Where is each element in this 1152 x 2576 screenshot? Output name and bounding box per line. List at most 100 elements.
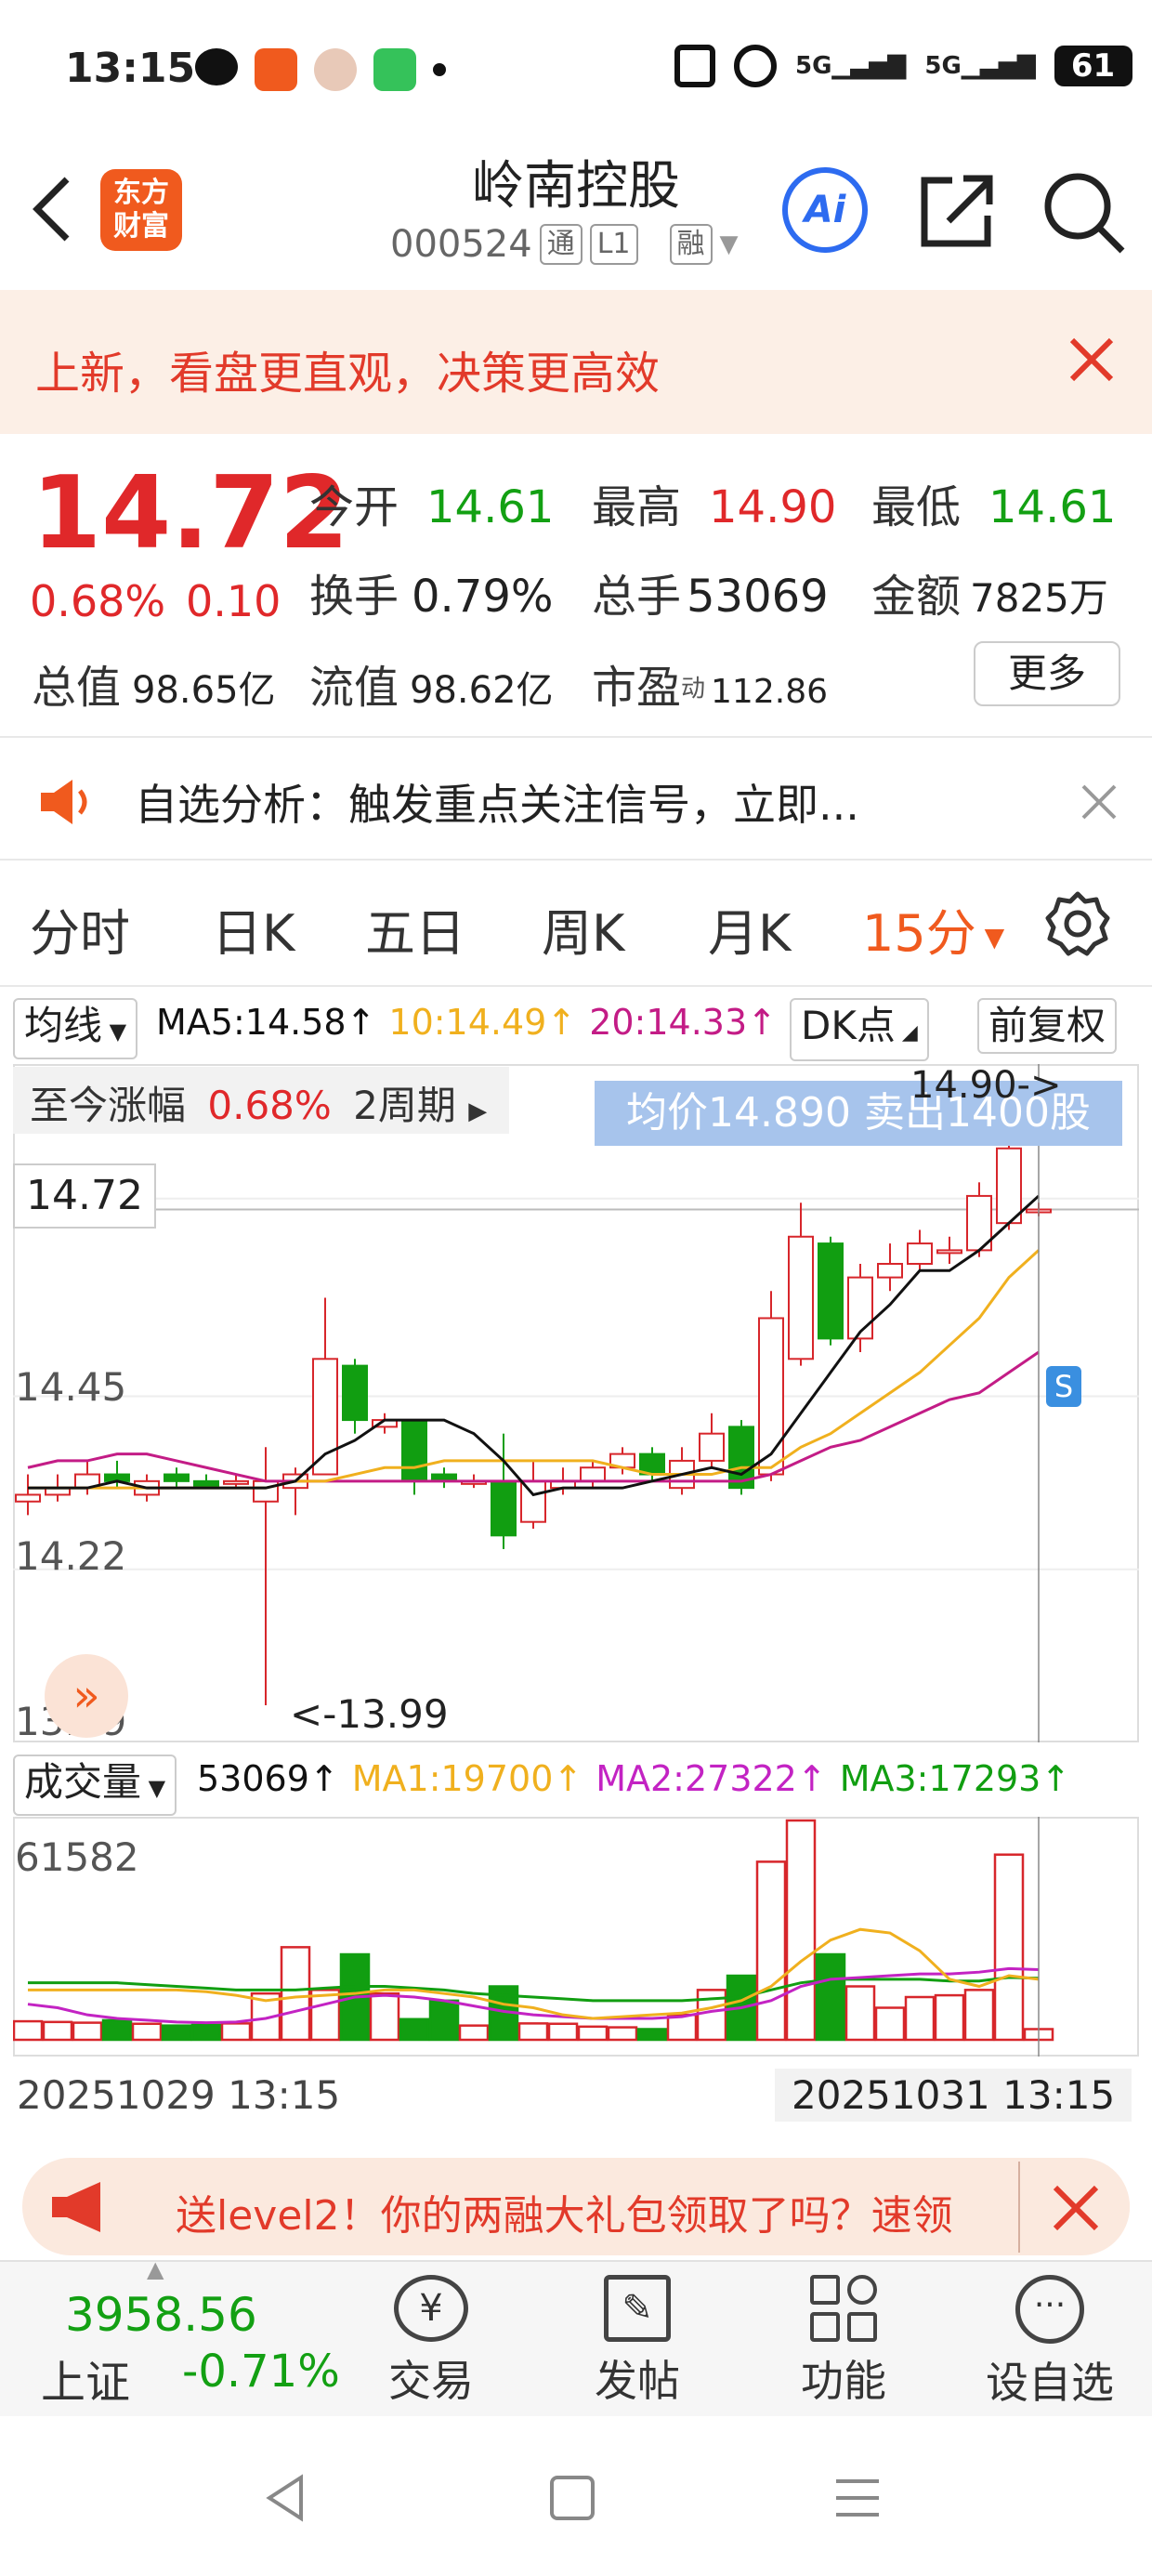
candle-body xyxy=(520,1479,546,1523)
close-icon[interactable] xyxy=(1076,779,1122,825)
volume-bar xyxy=(131,2022,163,2042)
y-axis-label: 14.22 xyxy=(15,1533,127,1579)
promo-banner[interactable]: 上新，看盘更直观，决策更高效 xyxy=(0,290,1152,434)
index-change[interactable]: -0.71% xyxy=(182,2346,340,2398)
volume-bar xyxy=(785,1819,817,2042)
candle-body xyxy=(877,1263,903,1279)
ma5-line xyxy=(28,1194,1041,1497)
low-stat: 最低 14.61 xyxy=(871,481,1117,533)
nav-trade[interactable]: ¥ 交易 xyxy=(347,2275,515,2409)
edit-icon: ✎ xyxy=(604,2275,671,2342)
ma-values: MA5:14.58↑ 10:14.49↑ 20:14.33↑ xyxy=(156,1002,777,1043)
expand-up-icon[interactable]: ▲ xyxy=(147,2256,164,2282)
end-date: 20251031 13:15 xyxy=(775,2069,1132,2122)
amount-stat: 金额 7825万 xyxy=(871,571,1108,623)
change-amount: 0.10 xyxy=(186,576,281,626)
tab-15min[interactable]: 15分 ▼ xyxy=(862,892,1004,966)
home-nav-icon[interactable] xyxy=(550,2476,595,2520)
candle-body xyxy=(788,1235,814,1360)
start-date: 20251029 13:15 xyxy=(17,2072,341,2118)
candle-body xyxy=(15,1493,41,1503)
dot-icon xyxy=(433,63,446,76)
divider xyxy=(0,736,1152,738)
status-bar: 13:15 5G▁▃▅▇ 5G▁▃▅▇ 61 xyxy=(0,0,1152,139)
volume-max-label: 61582 xyxy=(15,1834,139,1880)
range-change-box[interactable]: 至今涨幅 0.68% 2周期 ▶ xyxy=(13,1067,509,1134)
candle-body xyxy=(342,1364,368,1422)
last-price: 14.72 xyxy=(32,455,349,572)
alarm-icon xyxy=(734,45,777,87)
volume-bar xyxy=(72,2021,103,2042)
phone-icon xyxy=(373,48,416,91)
megaphone-icon xyxy=(48,2180,115,2234)
adjust-button[interactable]: 前复权 xyxy=(977,998,1118,1054)
volume-ma-values: 53069↑ MA1:19700↑ MA2:27322↑ MA3:17293↑ xyxy=(197,1758,1071,1799)
tab-five-day[interactable]: 五日 xyxy=(365,892,465,966)
signal1-icon: 5G▁▃▅▇ xyxy=(795,52,907,80)
margin-promo-banner[interactable]: 送level2！你的两融大礼包领取了吗？速领 xyxy=(22,2158,1130,2255)
vol-ma1-line xyxy=(28,1927,1040,2020)
index-name[interactable]: 上证 xyxy=(41,2346,130,2411)
candle-body xyxy=(996,1147,1022,1225)
back-nav-icon[interactable] xyxy=(260,2472,312,2524)
volume-bar xyxy=(547,2022,579,2042)
nav-post[interactable]: ✎ 发帖 xyxy=(554,2275,721,2409)
menu-nav-icon[interactable] xyxy=(832,2476,883,2520)
sell-signal-marker[interactable]: S xyxy=(1046,1366,1081,1407)
nfc-icon xyxy=(674,45,715,87)
expand-icon[interactable]: » xyxy=(45,1654,128,1738)
volume-bar xyxy=(815,1952,846,2042)
tab-daily-k[interactable]: 日K xyxy=(212,892,295,966)
app-notify-icon xyxy=(255,48,297,91)
high-stat: 最高 14.90 xyxy=(592,481,837,533)
tab-intraday[interactable]: 分时 xyxy=(30,892,130,966)
more-button[interactable]: 更多 xyxy=(974,641,1120,706)
volume-bar xyxy=(280,1946,311,2042)
ai-button[interactable]: Ai xyxy=(782,167,868,253)
tab-monthly-k[interactable]: 月K xyxy=(708,892,791,966)
candle-body xyxy=(491,1479,517,1537)
gear-icon[interactable] xyxy=(1044,890,1111,957)
ma10-line xyxy=(28,1249,1041,1490)
chevron-down-icon[interactable]: ▼ xyxy=(720,230,739,258)
high-marker: 14.90-> xyxy=(910,1064,1062,1107)
volume-select-button[interactable]: 成交量 ▼ xyxy=(13,1755,177,1816)
tab-weekly-k[interactable]: 周K xyxy=(542,892,624,966)
volume-bar xyxy=(13,2019,44,2042)
volume-bar xyxy=(963,1989,995,2042)
kline-chart[interactable] xyxy=(13,1064,1139,1742)
more-dots-icon: ··· xyxy=(1015,2275,1084,2344)
candle-body xyxy=(223,1479,249,1485)
mktcap-stat: 总值 98.65亿 xyxy=(32,662,276,714)
nav-functions[interactable]: 功能 xyxy=(760,2275,927,2409)
candle-body xyxy=(847,1276,873,1340)
candle-body xyxy=(907,1242,933,1265)
ma-select-button[interactable]: 均线 ▼ xyxy=(13,998,138,1059)
stock-code: 000524 xyxy=(390,223,532,266)
close-promo-button[interactable] xyxy=(1018,2162,1130,2253)
volume-bar xyxy=(458,2024,490,2042)
candle-body xyxy=(758,1317,784,1476)
volume-bar xyxy=(517,2022,549,2042)
volume-bar xyxy=(428,1999,460,2042)
candle-body xyxy=(699,1432,725,1462)
notice-text[interactable]: 自选分析：触发重点关注信号，立即... xyxy=(135,771,859,833)
stock-code-line: 000524 通 L1 融 ▼ xyxy=(390,223,739,266)
volume-bar xyxy=(904,1995,936,2042)
wechat-icon xyxy=(195,48,238,85)
volume-bar xyxy=(755,1860,787,2042)
index-value[interactable]: 3958.56 xyxy=(65,2288,257,2342)
pe-stat: 市盈动 112.86 xyxy=(592,662,828,714)
search-icon[interactable] xyxy=(1039,167,1128,256)
signal2-icon: 5G▁▃▅▇ xyxy=(924,52,1036,80)
dropdown-icon: ▼ xyxy=(975,921,1005,953)
candle-body xyxy=(580,1466,606,1482)
volume-bar xyxy=(190,2023,222,2042)
nav-add-watchlist[interactable]: ··· 设自选 xyxy=(966,2275,1133,2411)
share-icon[interactable] xyxy=(915,169,999,253)
dk-point-button[interactable]: DK点 ◢ xyxy=(790,998,929,1061)
volume-bar xyxy=(607,2026,638,2042)
volume-chart[interactable] xyxy=(13,1817,1139,2057)
volume-bar xyxy=(993,1853,1025,2042)
close-icon[interactable] xyxy=(1059,327,1124,392)
